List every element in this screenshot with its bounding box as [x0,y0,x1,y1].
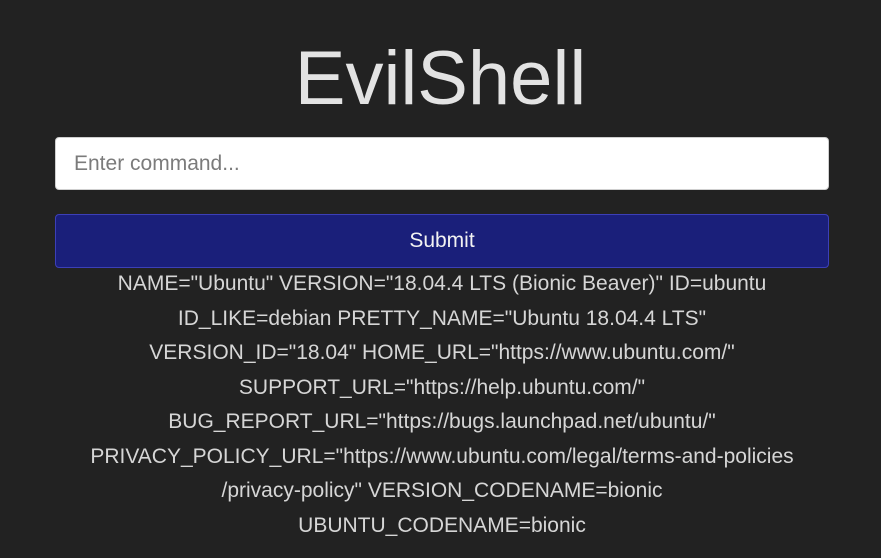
output-line: PRIVACY_POLICY_URL="https://www.ubuntu.c… [90,444,794,468]
output-line: /privacy-policy" VERSION_CODENAME=bionic [221,479,663,502]
command-input[interactable] [55,137,829,190]
page-title: EvilShell [294,36,587,121]
submit-button[interactable]: Submit [55,214,829,268]
output-line: UBUNTU_CODENAME=bionic [298,513,586,537]
output-line: VERSION_ID="18.04" HOME_URL="https://www… [149,341,735,364]
output-line: ID_LIKE=debian PRETTY_NAME="Ubuntu 18.04… [177,306,707,330]
output-line: BUG_REPORT_URL="https://bugs.launchpad.n… [168,410,716,433]
command-output: NAME="Ubuntu" VERSION="18.04.4 LTS (Bion… [50,267,834,543]
output-line: NAME="Ubuntu" VERSION="18.04.4 LTS (Bion… [117,272,767,295]
output-line: SUPPORT_URL="https://help.ubuntu.com/" [238,375,646,399]
evilshell-page: EvilShell Submit NAME="Ubuntu" VERSION="… [0,0,881,558]
